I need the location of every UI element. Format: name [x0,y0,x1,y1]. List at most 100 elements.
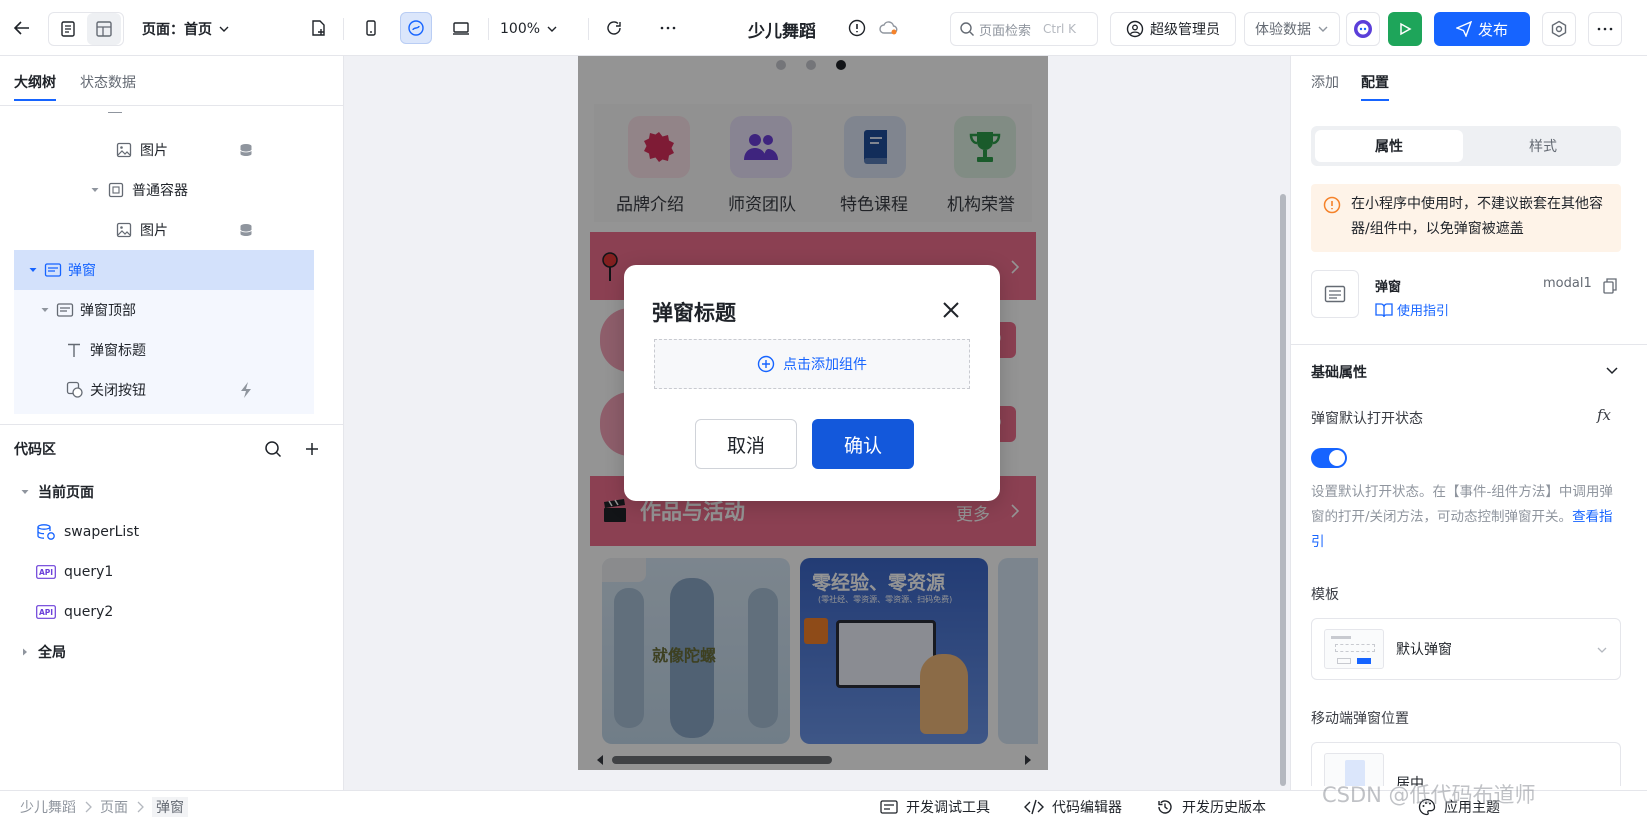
publish-button[interactable]: 发布 [1434,12,1530,46]
template-thumbnail [1324,629,1384,669]
admin-button[interactable]: 超级管理员 [1110,12,1236,46]
vertical-scrollbar[interactable] [1280,194,1286,786]
code-area-header: 代码区 [0,424,344,472]
chevron-down-icon[interactable] [1605,366,1619,376]
code-item-label: query1 [64,564,114,580]
more-menu-icon[interactable] [1588,12,1622,46]
caret-down-icon[interactable] [20,487,30,497]
debug-tool-button[interactable]: 开发调试工具 [880,797,990,817]
code-group-label: 当前页面 [38,485,94,501]
page-search-input[interactable]: 页面检索 Ctrl K [950,12,1098,46]
search-icon [960,22,974,36]
design-canvas: 品牌介绍 师资团队 特色课程 机构荣誉 作品与活动 更多 就像陀螺 零经验、零资… [344,56,1290,790]
fx-icon[interactable]: fx [1597,406,1611,424]
code-item-swaperList[interactable]: swaperList [14,512,334,552]
play-icon [1400,22,1412,36]
subtab-switch: 属性 样式 [1311,126,1621,166]
breadcrumb-current[interactable]: 弹窗 [152,797,188,817]
tree-item-image-1[interactable]: 图片 [14,130,314,170]
open-state-toggle[interactable] [1311,448,1347,468]
layout-view-icon[interactable] [87,13,121,45]
api-icon: API [36,565,56,579]
copy-icon[interactable] [1603,278,1617,294]
button-icon [66,381,83,398]
app-title: 少儿舞蹈 [748,21,816,42]
more-icon[interactable] [652,12,684,44]
plus-icon[interactable] [304,441,320,457]
caret-down-icon[interactable] [40,305,50,315]
modal-dialog: 弹窗标题 点击添加组件 取消 确认 [624,265,1000,501]
confirm-button[interactable]: 确认 [812,419,914,469]
code-item-query1[interactable]: API query1 [14,552,334,592]
outline-view-icon[interactable] [51,13,85,45]
zoom-select[interactable]: 100% [500,12,558,46]
ai-assistant-icon[interactable] [1346,12,1380,46]
history-label: 开发历史版本 [1182,800,1266,816]
database-icon[interactable] [238,142,254,158]
tree-item-modal[interactable]: 弹窗 [14,250,314,290]
open-state-label: 弹窗默认打开状态 [1311,411,1423,427]
watermark: CSDN @低代码布道师 [1322,783,1536,807]
breadcrumb-app[interactable]: 少儿舞蹈 [20,797,76,817]
run-button[interactable] [1388,12,1422,46]
add-component-zone[interactable]: 点击添加组件 [654,339,970,389]
chevron-down-icon [1318,26,1328,32]
template-select[interactable]: 默认弹窗 [1311,618,1621,680]
tab-config[interactable]: 配置 [1361,72,1389,101]
status-bar: 少儿舞蹈 页面 弹窗 开发调试工具 代码编辑器 开发历史版本 应用主题 CSDN… [0,783,1647,822]
send-icon [1455,21,1472,37]
tree-item-label: 图片 [140,143,168,159]
code-editor-label: 代码编辑器 [1052,800,1122,816]
warning-banner: 在小程序中使用时，不建议嵌套在其他容器/组件中，以免弹窗被遮盖 [1311,184,1621,252]
image-icon [116,142,132,158]
modal-title: 弹窗标题 [652,301,736,325]
mobile-preview-icon[interactable] [355,12,387,44]
info-icon[interactable] [841,12,873,44]
breadcrumb-page[interactable]: 页面 [100,797,128,817]
refresh-icon[interactable] [598,12,630,44]
cloud-sync-icon[interactable] [873,12,905,44]
tree-item-modal-title[interactable]: 弹窗标题 [14,330,314,370]
usage-guide-label: 使用指引 [1397,304,1450,319]
tree-item-modal-header[interactable]: 弹窗顶部 [14,290,314,330]
code-group-global[interactable]: 全局 [14,632,334,672]
right-tabs: 添加 配置 [1291,56,1647,106]
template-value: 默认弹窗 [1396,642,1452,658]
database-icon[interactable] [238,222,254,238]
miniprogram-preview-icon[interactable] [400,12,432,44]
tab-state-data[interactable]: 状态数据 [80,72,136,92]
code-item-label: swaperList [64,524,140,540]
subtab-properties[interactable]: 属性 [1315,130,1463,162]
page-select[interactable]: 页面：首页 [142,12,230,46]
settings-icon[interactable] [1542,12,1576,46]
caret-down-icon[interactable] [28,265,38,275]
section-basic-props: 基础属性 [1311,365,1367,381]
tab-add[interactable]: 添加 [1311,72,1339,92]
admin-label: 超级管理员 [1150,22,1220,38]
search-icon[interactable] [264,440,282,458]
code-group-current-page[interactable]: 当前页面 [14,472,334,512]
subtab-style[interactable]: 样式 [1469,130,1617,162]
code-item-query2[interactable]: API query2 [14,592,334,632]
book-icon [1375,302,1393,317]
modal-icon [1324,285,1346,303]
data-select[interactable]: 体验数据 [1244,12,1340,46]
lightning-icon[interactable] [238,381,254,399]
code-editor-button[interactable]: 代码编辑器 [1024,797,1122,817]
chevron-down-icon [219,26,229,32]
add-page-icon[interactable] [302,12,334,44]
tab-outline[interactable]: 大纲树 [14,72,56,101]
code-item-label: query2 [64,604,114,620]
back-arrow-icon[interactable] [6,12,38,44]
caret-right-icon[interactable] [20,647,30,657]
tree-item-image-2[interactable]: 图片 [14,210,314,250]
cancel-button[interactable]: 取消 [695,419,797,469]
tree-item-close-button[interactable]: 关闭按钮 [14,370,314,410]
desktop-preview-icon[interactable] [445,12,477,44]
caret-down-icon[interactable] [90,185,100,195]
close-icon[interactable] [942,301,960,319]
usage-guide-link[interactable]: 使用指引 [1375,300,1449,319]
tree-item-container[interactable]: 普通容器 [14,170,314,210]
zoom-label: 100% [500,21,541,37]
history-button[interactable]: 开发历史版本 [1156,797,1266,817]
